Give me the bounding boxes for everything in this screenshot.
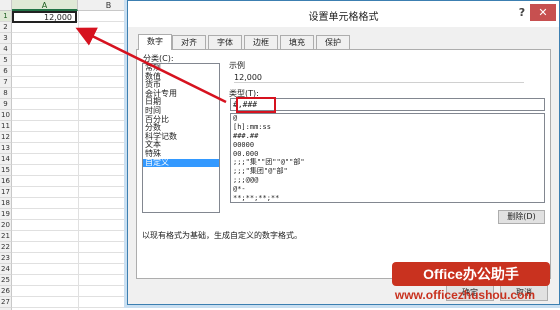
grid-row: [12, 88, 140, 99]
row-header[interactable]: 6: [0, 66, 12, 77]
row-header[interactable]: 10: [0, 110, 12, 121]
row-header[interactable]: 5: [0, 55, 12, 66]
grid-row: [12, 55, 140, 66]
row-header[interactable]: 26: [0, 286, 12, 297]
grid-row: [12, 154, 140, 165]
row-header[interactable]: 17: [0, 187, 12, 198]
number-tab-panel: 分类(C): 常规 数值 货币 会计专用 日期 时间 百分比 分数 科学记数 文本 特殊 自定义 示例…: [136, 49, 551, 279]
grid-row: [12, 66, 140, 77]
row-header[interactable]: 4: [0, 44, 12, 55]
format-cells-dialog: 设置单元格格式 ? ✕ 数字 对齐 字体 边框 填充 保护 分类(C): 常规数…: [127, 0, 560, 305]
help-button[interactable]: ?: [515, 6, 529, 20]
format-code-item[interactable]: ;;;"集""团""@""部": [231, 158, 544, 167]
grid-row: [12, 77, 140, 88]
row-header[interactable]: 25: [0, 275, 12, 286]
format-code-item[interactable]: ;;;@@@: [231, 176, 544, 185]
row-header[interactable]: 23: [0, 253, 12, 264]
type-input[interactable]: #,###: [230, 98, 545, 111]
grid-row: [12, 33, 140, 44]
format-code-item[interactable]: 00000: [231, 141, 544, 150]
row-header[interactable]: 15: [0, 165, 12, 176]
select-all-corner[interactable]: [0, 0, 12, 11]
row-header[interactable]: 21: [0, 231, 12, 242]
grid-row: [12, 132, 140, 143]
format-code-list[interactable]: @ [h]:mm:ss ###.## 00000 00.000 ;;;"集""团""@""…: [230, 113, 545, 203]
screen: A B 1 2 3 4 5 6 7 8 9 10 11 12 13 14 15 16 17 18 19 20 21 22 2…: [0, 0, 560, 310]
close-button[interactable]: ✕: [530, 4, 556, 21]
grid-row: [12, 99, 140, 110]
row-header[interactable]: 1: [0, 11, 12, 22]
row-header[interactable]: 14: [0, 154, 12, 165]
row-header[interactable]: 11: [0, 121, 12, 132]
format-code-item[interactable]: **;**;**;**: [231, 194, 544, 202]
row-header[interactable]: 13: [0, 143, 12, 154]
format-code-item[interactable]: ;;;"集团"@"部": [231, 167, 544, 176]
format-code-item[interactable]: ###.##: [231, 132, 544, 141]
row-header[interactable]: 8: [0, 88, 12, 99]
row-header[interactable]: 18: [0, 198, 12, 209]
grid-row: [12, 286, 140, 297]
category-item[interactable]: 自定义: [143, 158, 219, 168]
tab-border[interactable]: 边框: [244, 35, 278, 49]
grid-row: [12, 297, 140, 308]
type-highlight-box: [236, 97, 276, 113]
column-header-a[interactable]: A: [12, 0, 78, 11]
format-code-item[interactable]: @: [231, 114, 544, 123]
tab-number[interactable]: 数字: [138, 34, 172, 50]
row-header[interactable]: 27: [0, 297, 12, 308]
watermark-url: www.officezhushou.com: [394, 288, 536, 302]
grid-row: [12, 176, 140, 187]
tab-font[interactable]: 字体: [208, 35, 242, 49]
format-code-item[interactable]: [h]:mm:ss: [231, 123, 544, 132]
tab-fill[interactable]: 填充: [280, 35, 314, 49]
grid-row: [12, 220, 140, 231]
row-header[interactable]: 2: [0, 22, 12, 33]
row-header[interactable]: 19: [0, 209, 12, 220]
cell-a1[interactable]: 12,000: [12, 11, 77, 23]
row-header[interactable]: 24: [0, 264, 12, 275]
row-header[interactable]: 7: [0, 77, 12, 88]
category-list[interactable]: 常规 数值 货币 会计专用 日期 时间 百分比 分数 科学记数 文本 特殊 自定义: [142, 63, 220, 213]
grid-row: [12, 264, 140, 275]
grid-row: [12, 121, 140, 132]
grid-row: [12, 165, 140, 176]
row-header[interactable]: 12: [0, 132, 12, 143]
grid-row: [12, 187, 140, 198]
watermark-badge: Office办公助手: [392, 262, 550, 286]
grid-row: [12, 209, 140, 220]
grid-row: [12, 22, 140, 33]
dialog-title: 设置单元格格式: [308, 12, 379, 23]
grid-row: [12, 110, 140, 121]
delete-button[interactable]: 删除(D): [498, 210, 545, 224]
grid-row: [12, 231, 140, 242]
row-header[interactable]: 22: [0, 242, 12, 253]
tab-alignment[interactable]: 对齐: [172, 35, 206, 49]
tab-protection[interactable]: 保护: [316, 35, 350, 49]
format-code-item[interactable]: @*-: [231, 185, 544, 194]
grid-row: [12, 44, 140, 55]
sample-value: 12,000: [234, 72, 524, 83]
row-header[interactable]: 9: [0, 99, 12, 110]
grid-row: [12, 242, 140, 253]
dialog-titlebar[interactable]: 设置单元格格式 ? ✕: [128, 1, 559, 27]
grid-row: [12, 253, 140, 264]
grid-row: [12, 198, 140, 209]
row-header[interactable]: 20: [0, 220, 12, 231]
description-text: 以现有格式为基础，生成自定义的数字格式。: [142, 231, 302, 240]
grid-row: [12, 143, 140, 154]
grid-row: [12, 275, 140, 286]
column-divider: [78, 11, 79, 310]
spreadsheet-grid: A B 1 2 3 4 5 6 7 8 9 10 11 12 13 14 15 16 17 18 19 20 21 22 2…: [0, 0, 140, 310]
sample-label: 示例: [229, 61, 245, 70]
row-header[interactable]: 16: [0, 176, 12, 187]
row-header[interactable]: 3: [0, 33, 12, 44]
